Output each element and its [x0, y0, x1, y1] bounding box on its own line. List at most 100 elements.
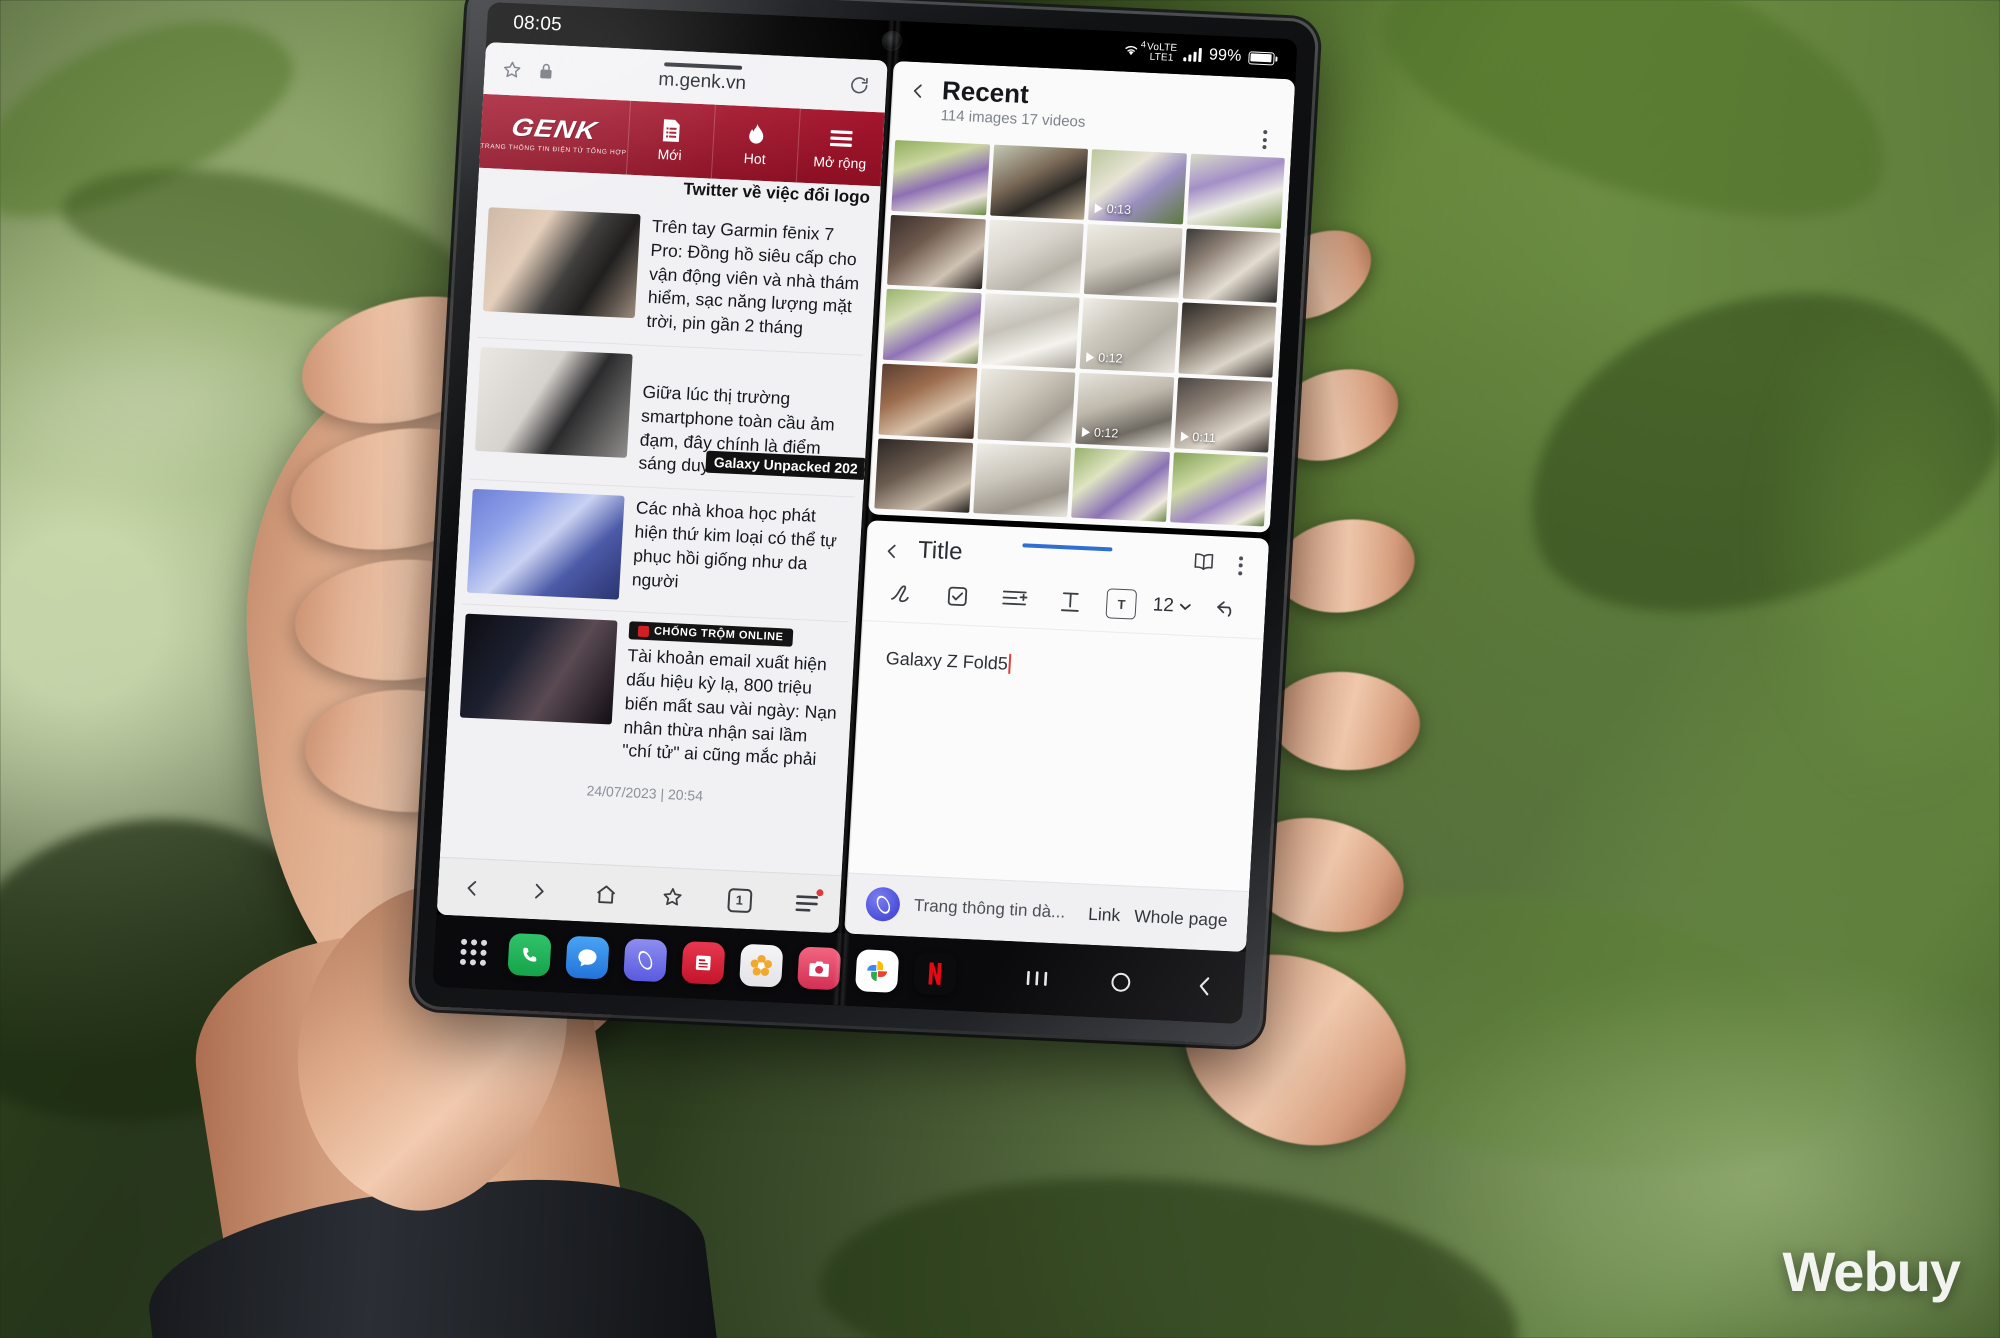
chevron-down-icon	[1179, 604, 1191, 611]
tabs-button[interactable]: 1	[726, 887, 753, 914]
gallery-item[interactable]	[878, 363, 977, 439]
shared-page-title: Trang thông tin dà...	[913, 895, 1066, 922]
genk-tab-label: Mở rộng	[813, 152, 867, 172]
bookmarks-star-icon[interactable]	[659, 883, 686, 910]
play-icon	[1085, 352, 1095, 363]
back-chevron-icon[interactable]	[907, 81, 930, 104]
article-thumbnail	[482, 207, 641, 319]
text-cursor	[1008, 654, 1012, 675]
home-circle-icon[interactable]	[1107, 969, 1134, 996]
insert-link-button[interactable]: Link	[1088, 903, 1121, 925]
checkbox-icon[interactable]	[937, 578, 979, 616]
gallery-title: Recent	[941, 75, 1030, 110]
notes-title[interactable]: Title	[917, 537, 963, 567]
gallery-item[interactable]	[1177, 302, 1277, 378]
video-duration-badge: 0:11	[1180, 429, 1216, 445]
url-text: m.genk.vn	[657, 68, 747, 94]
flame-icon	[743, 121, 768, 148]
gallery-item[interactable]: 0:12	[1079, 298, 1178, 374]
hamburger-icon	[828, 124, 853, 151]
genk-tab-label: Hot	[743, 149, 767, 167]
samsung-notes-window: Title T 12 Galaxy Z Fold5 Trang thông ti…	[844, 520, 1270, 953]
article-source-chip: CHỐNG TRỘM ONLINE	[628, 621, 793, 647]
browser-menu-button[interactable]	[793, 888, 824, 917]
back-chevron-icon[interactable]	[1191, 973, 1218, 1000]
video-duration-badge: 0:13	[1094, 201, 1131, 217]
netflix-app-icon[interactable]	[912, 951, 958, 996]
article-title: Trên tay Garmin fēnix 7 Pro: Đồng hồ siê…	[646, 215, 860, 339]
gallery-item[interactable]	[882, 289, 982, 365]
gallery-item[interactable]: 0:12	[1075, 372, 1174, 448]
star-icon[interactable]	[500, 58, 523, 81]
article-title: Tài khoản email xuất hiện dấu hiệu kỳ lạ…	[621, 645, 838, 770]
genk-tab-moi[interactable]: Mới	[625, 100, 715, 179]
window-drag-handle[interactable]	[1022, 543, 1113, 552]
battery-percent-label: 99%	[1208, 46, 1243, 65]
news-app-icon[interactable]	[681, 941, 726, 985]
pen-icon[interactable]	[881, 575, 923, 613]
insert-whole-page-button[interactable]: Whole page	[1134, 905, 1228, 930]
list-item[interactable]: CHỐNG TRỘM ONLINE Tài khoản email xuất h…	[453, 605, 848, 785]
gallery-item[interactable]	[981, 293, 1080, 369]
gallery-more-icon[interactable]	[1253, 130, 1276, 150]
apps-grid-icon[interactable]	[459, 938, 488, 966]
messages-app-icon[interactable]	[565, 935, 610, 980]
genk-tab-morong[interactable]: Mở rộng	[795, 108, 885, 187]
play-icon	[1081, 426, 1091, 438]
gallery-item[interactable]	[976, 368, 1076, 444]
phone-app-icon[interactable]	[507, 932, 552, 977]
text-format-icon[interactable]	[993, 581, 1035, 619]
reload-icon[interactable]	[848, 74, 871, 97]
back-button[interactable]	[458, 874, 485, 901]
text-box-icon[interactable]: T	[1105, 588, 1138, 621]
gallery-item[interactable]	[985, 219, 1084, 295]
gallery-grid: 0:13 0:12 0:12 0:11	[868, 140, 1291, 533]
font-size-selector[interactable]: 12	[1152, 595, 1191, 619]
notes-more-icon[interactable]	[1229, 556, 1252, 576]
gallery-item[interactable]	[1186, 153, 1285, 229]
gallery-item[interactable]	[972, 442, 1072, 518]
list-item[interactable]: Trên tay Garmin fēnix 7 Pro: Đồng hồ siê…	[477, 198, 871, 356]
gallery-item[interactable]: 0:13	[1088, 149, 1187, 225]
gallery-item[interactable]	[989, 144, 1089, 220]
url-drag-handle	[664, 61, 743, 70]
gallery-item[interactable]	[1083, 223, 1183, 299]
undo-icon[interactable]	[1206, 590, 1248, 628]
genk-tab-label: Mới	[657, 145, 683, 163]
gallery-item[interactable]	[1169, 451, 1268, 527]
article-thumbnail	[459, 613, 618, 725]
gallery-item[interactable]	[891, 140, 990, 215]
recents-icon[interactable]	[1023, 965, 1050, 992]
gallery-subtitle: 114 images 17 videos	[940, 107, 1086, 132]
article-thumbnail	[466, 489, 625, 600]
gallery-item[interactable]	[874, 438, 973, 514]
list-item[interactable]: Các nhà khoa học phát hiện thứ kim loại …	[462, 479, 855, 623]
internet-icon	[864, 886, 901, 922]
internet-app-icon[interactable]	[623, 938, 668, 983]
google-photos-app-icon[interactable]	[854, 949, 900, 993]
genk-logo[interactable]: GENK TRANG THÔNG TIN ĐIỆN TỬ TỔNG HỢP	[479, 94, 630, 175]
gallery-item[interactable]	[887, 214, 986, 290]
notes-back-icon[interactable]	[881, 541, 904, 564]
video-duration-badge: 0:12	[1085, 350, 1123, 366]
flower-app-icon[interactable]	[739, 943, 784, 988]
home-icon[interactable]	[592, 880, 619, 907]
gallery-item[interactable]	[1182, 228, 1281, 304]
wifi-icon: 4	[1122, 39, 1146, 62]
note-editor[interactable]: Galaxy Z Fold5	[848, 621, 1264, 891]
genk-tab-hot[interactable]: Hot	[710, 104, 800, 183]
forward-button[interactable]	[525, 877, 552, 904]
note-text: Galaxy Z Fold5	[885, 648, 1009, 675]
system-navigation-bar	[1023, 965, 1218, 1000]
gallery-window: Recent 114 images 17 videos 0:13 0:12 0:…	[867, 60, 1296, 534]
list-item[interactable]: Galaxy Unpacked 202 Giữa lúc thị trường …	[469, 337, 867, 498]
watermark: Webuy	[1782, 1240, 1961, 1303]
gallery-item[interactable]: 0:11	[1173, 377, 1273, 453]
source-logo-icon	[637, 625, 650, 637]
address-bar[interactable]: m.genk.vn	[568, 57, 837, 98]
gallery-item[interactable]	[1071, 447, 1170, 523]
article-thumbnail	[474, 347, 633, 458]
camera-app-icon[interactable]	[796, 946, 842, 991]
text-underline-icon[interactable]	[1049, 583, 1091, 621]
book-icon[interactable]	[1191, 550, 1217, 578]
